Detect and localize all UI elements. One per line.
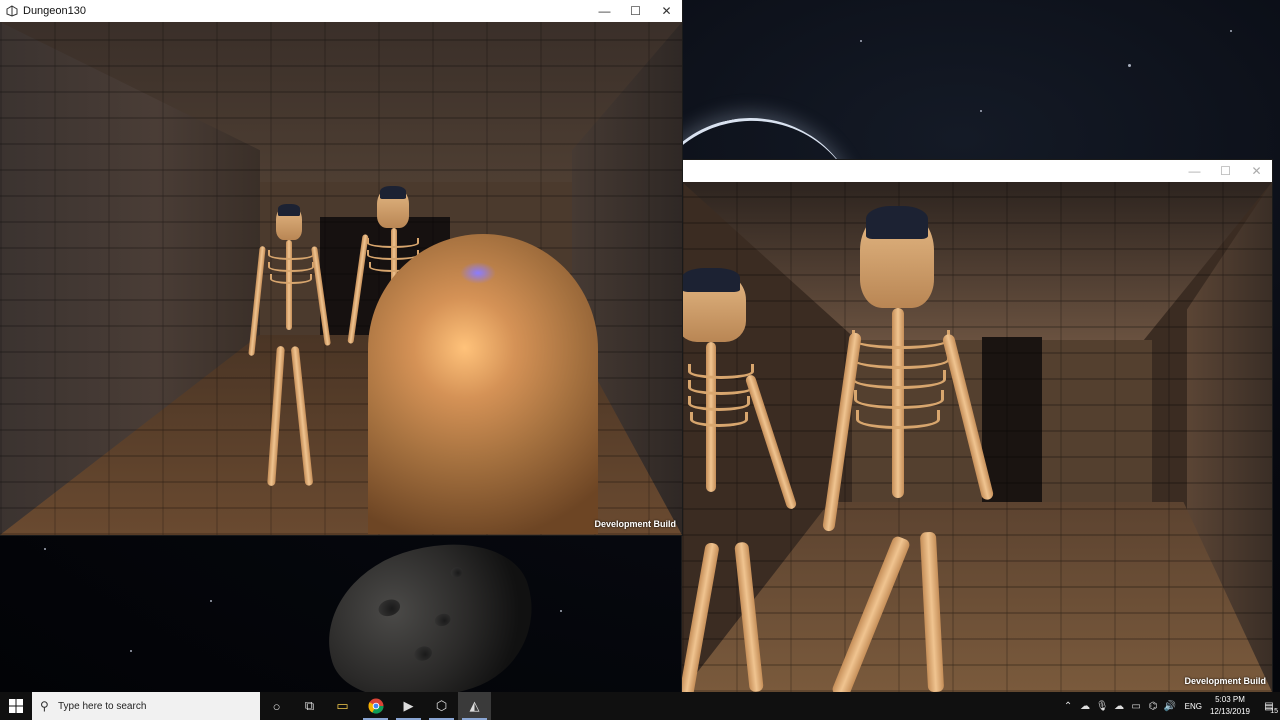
skeleton bbox=[822, 206, 1012, 692]
action-center-button[interactable]: ▤ 15 bbox=[1258, 692, 1280, 720]
game-viewport[interactable]: Development Build bbox=[682, 182, 1272, 692]
task-view-icon[interactable]: ⧉ bbox=[293, 692, 326, 720]
player-capsule bbox=[368, 234, 598, 534]
star bbox=[130, 650, 132, 652]
game-window-dungeon130[interactable]: Dungeon130 — ☐ ✕ Development Build bbox=[0, 0, 682, 535]
unity-hub-icon[interactable]: ⬡ bbox=[425, 692, 458, 720]
notification-count: 15 bbox=[1270, 708, 1278, 715]
skeleton bbox=[682, 267, 822, 692]
asteroid bbox=[306, 519, 554, 692]
clock-date: 12/13/2019 bbox=[1209, 707, 1250, 716]
skeleton bbox=[248, 203, 331, 496]
star bbox=[1128, 64, 1131, 67]
star bbox=[560, 610, 562, 612]
minimize-button[interactable]: — bbox=[589, 0, 620, 22]
chrome-icon[interactable] bbox=[359, 692, 392, 720]
visual-studio-icon[interactable]: ▶ bbox=[392, 692, 425, 720]
start-button[interactable] bbox=[0, 692, 32, 720]
maximize-button[interactable]: ☐ bbox=[1210, 160, 1241, 182]
network-icon[interactable]: ⌬ bbox=[1145, 701, 1162, 712]
maximize-button[interactable]: ☐ bbox=[620, 0, 651, 22]
unity-icon[interactable]: ◭ bbox=[458, 692, 491, 720]
microphone-icon[interactable]: 🎙 bbox=[1094, 701, 1111, 712]
language-indicator[interactable]: ENG bbox=[1185, 702, 1202, 711]
taskbar: ⚲ Type here to search ○ ⧉ ▭ ▶ ⬡ ◭ ⌃ ☁ 🎙 … bbox=[0, 692, 1280, 720]
star bbox=[210, 600, 212, 602]
search-placeholder: Type here to search bbox=[58, 700, 147, 712]
file-explorer-icon[interactable]: ▭ bbox=[326, 692, 359, 720]
window-title: Dungeon130 bbox=[23, 5, 87, 17]
title-bar[interactable]: Dungeon130 — ☐ ✕ bbox=[0, 0, 682, 22]
star bbox=[1230, 30, 1232, 32]
search-input[interactable]: ⚲ Type here to search bbox=[32, 692, 260, 720]
search-icon: ⚲ bbox=[40, 699, 49, 713]
title-bar[interactable]: — ☐ ✕ bbox=[682, 160, 1272, 182]
unity-app-icon bbox=[6, 5, 18, 17]
cortana-icon[interactable]: ○ bbox=[260, 692, 293, 720]
close-button[interactable]: ✕ bbox=[651, 0, 682, 22]
star bbox=[860, 40, 862, 42]
chevron-up-icon[interactable]: ⌃ bbox=[1060, 701, 1077, 712]
development-build-label: Development Build bbox=[594, 519, 676, 529]
game-viewport[interactable]: Development Build bbox=[0, 22, 682, 535]
star bbox=[44, 548, 46, 550]
system-tray: ⌃ ☁ 🎙 ☁ ▭ ⌬ 🔊 ENG 5:03 PM 12/13/2019 ▤ 1… bbox=[1060, 692, 1280, 720]
onedrive-icon[interactable]: ☁ bbox=[1077, 701, 1094, 712]
star bbox=[980, 110, 982, 112]
windows-logo-icon bbox=[9, 699, 23, 713]
volume-icon[interactable]: 🔊 bbox=[1162, 701, 1179, 712]
chrome-logo-icon bbox=[368, 698, 383, 714]
clock-time: 5:03 PM bbox=[1215, 695, 1245, 704]
game-window-secondary[interactable]: — ☐ ✕ Development Build bbox=[682, 160, 1272, 692]
clock[interactable]: 5:03 PM 12/13/2019 bbox=[1210, 694, 1250, 718]
development-build-label: Development Build bbox=[1184, 676, 1266, 686]
cloud-icon[interactable]: ☁ bbox=[1111, 701, 1128, 712]
battery-icon[interactable]: ▭ bbox=[1128, 701, 1145, 712]
minimize-button[interactable]: — bbox=[1179, 160, 1210, 182]
close-button[interactable]: ✕ bbox=[1241, 160, 1272, 182]
